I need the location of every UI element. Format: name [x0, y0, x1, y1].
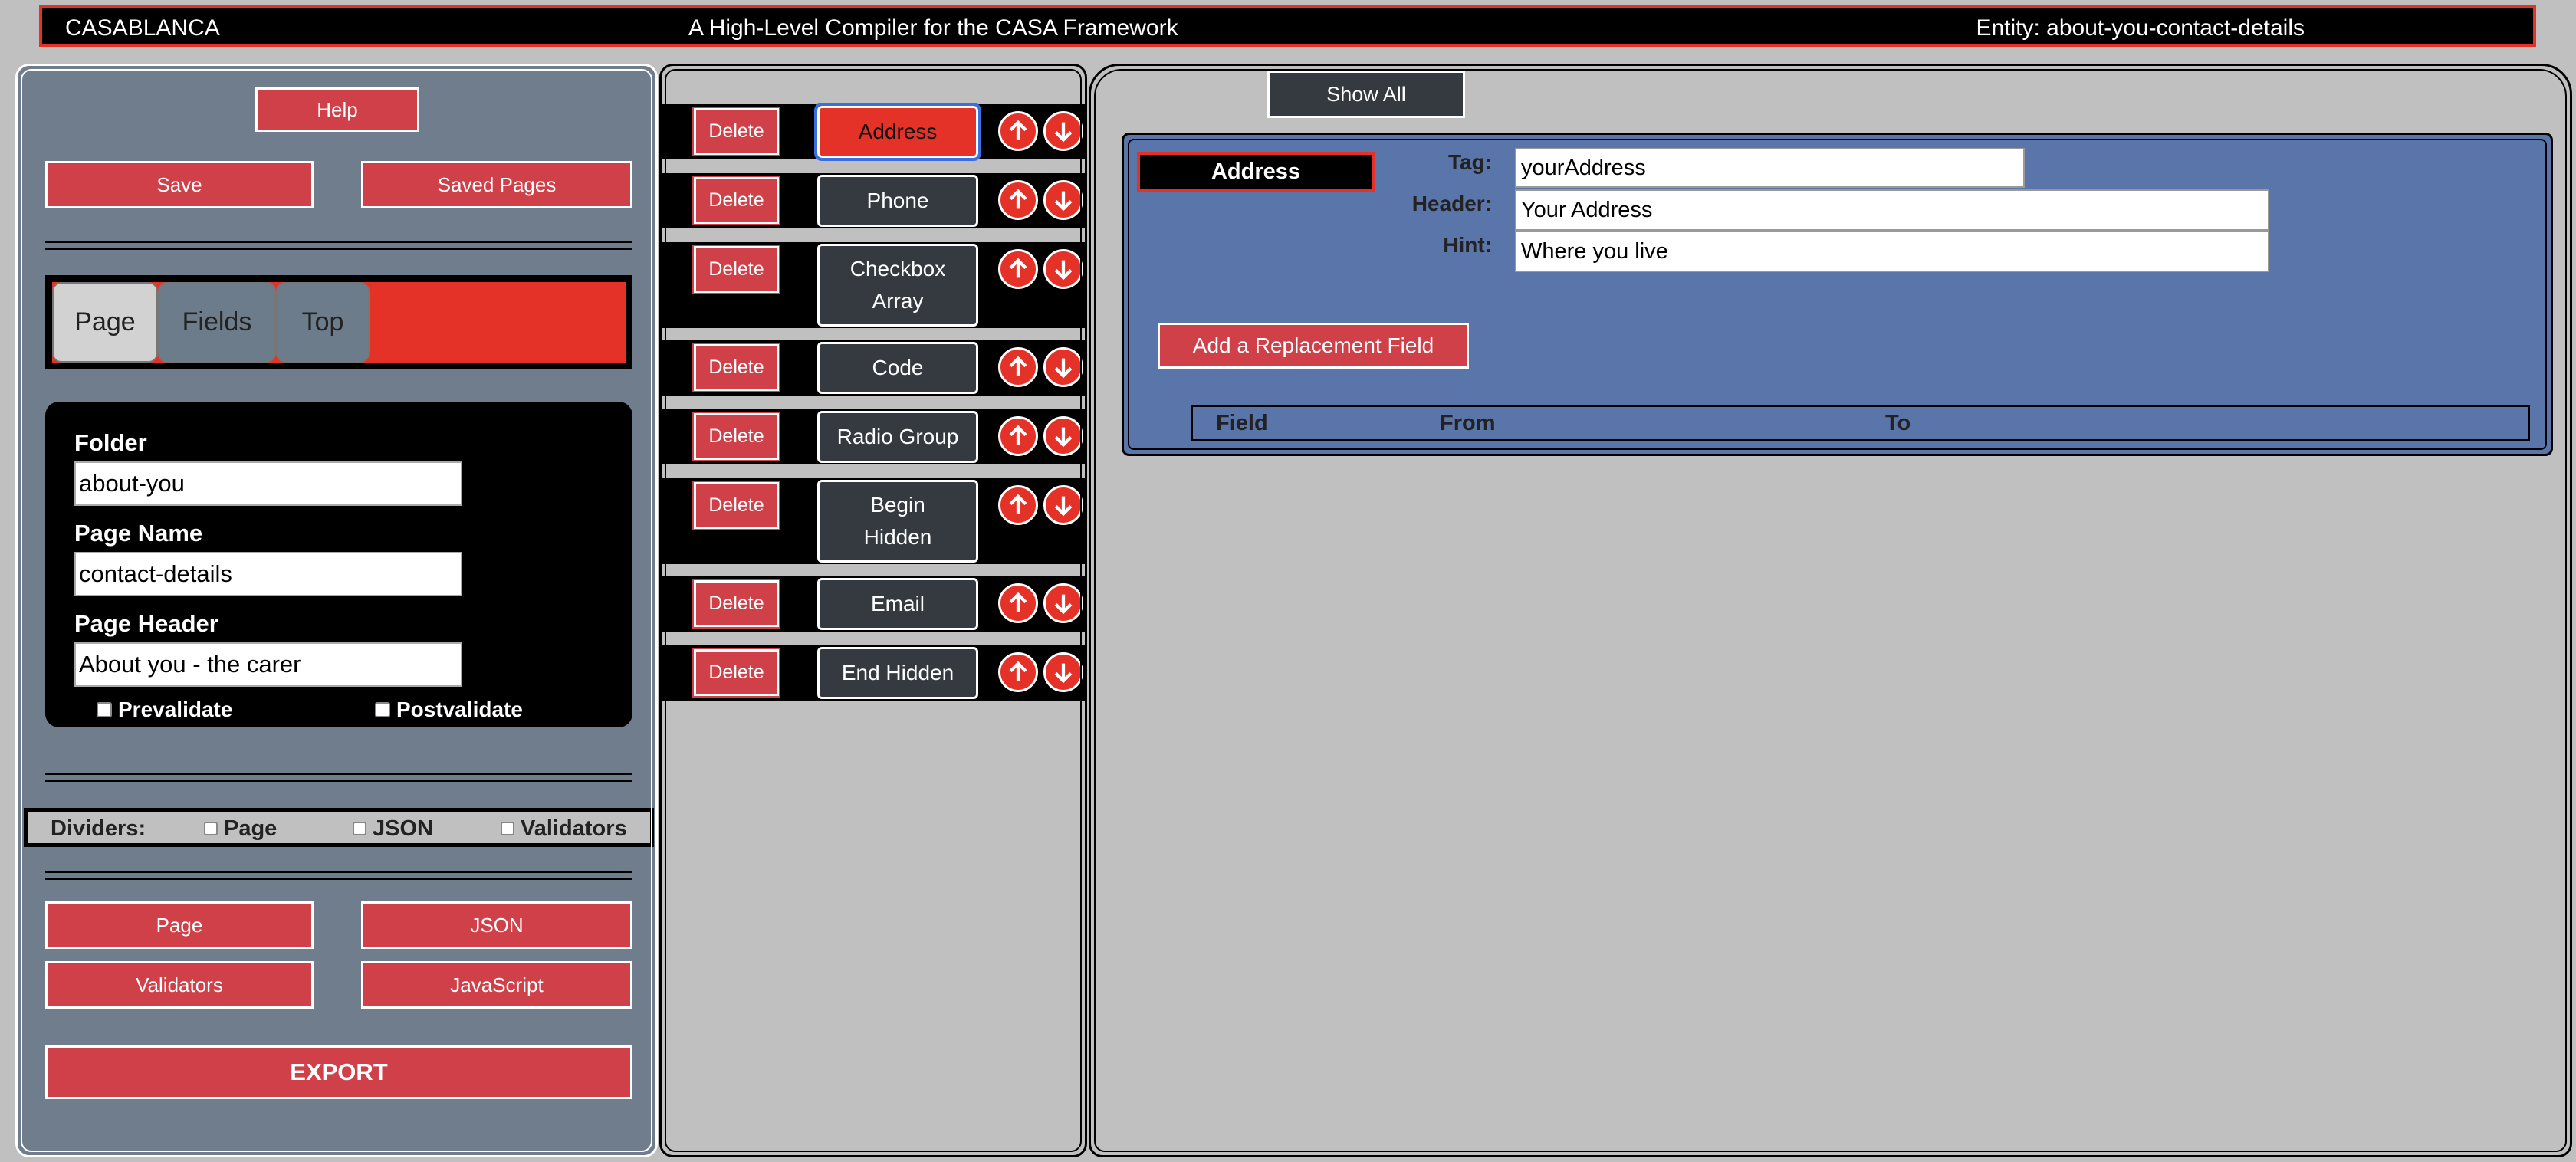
- arrow-up-icon[interactable]: [998, 180, 1038, 220]
- arrow-down-icon[interactable]: [1043, 485, 1083, 525]
- page-name-label: Page Name: [74, 520, 203, 547]
- arrow-up-icon[interactable]: [998, 416, 1038, 456]
- replacement-table: Field From To: [1191, 405, 2530, 441]
- field-item-code[interactable]: Code: [817, 342, 978, 394]
- arrow-down-icon[interactable]: [1043, 416, 1083, 456]
- table-header-from: From: [1440, 411, 1496, 435]
- arrow-down-icon[interactable]: [1043, 347, 1083, 387]
- divider-line: [45, 773, 632, 782]
- folder-label: Folder: [74, 429, 147, 456]
- table-header-to: To: [1885, 411, 1911, 435]
- list-item: Delete End Hidden: [662, 645, 1085, 701]
- hint-input[interactable]: Where you live: [1515, 231, 2269, 272]
- list-item: Delete Checkbox Array: [662, 242, 1085, 328]
- tag-label: Tag:: [1447, 150, 1492, 174]
- list-item: Delete Code: [662, 340, 1085, 396]
- delete-button[interactable]: Delete: [692, 107, 780, 156]
- field-name-badge[interactable]: Address: [1137, 152, 1375, 192]
- saved-pages-button[interactable]: Saved Pages: [361, 161, 632, 208]
- field-item-begin-hidden[interactable]: Begin Hidden: [817, 480, 978, 563]
- fields-list-panel: Delete Address Delete Phone Delete Check…: [659, 64, 1087, 1157]
- delete-button[interactable]: Delete: [692, 648, 780, 698]
- arrow-down-icon[interactable]: [1043, 180, 1083, 220]
- delete-button[interactable]: Delete: [692, 412, 780, 461]
- field-item-end-hidden[interactable]: End Hidden: [817, 647, 978, 699]
- list-item: Delete Address: [662, 103, 1085, 161]
- show-all-button[interactable]: Show All: [1267, 71, 1465, 118]
- delete-button[interactable]: Delete: [692, 343, 780, 392]
- help-button[interactable]: Help: [255, 87, 419, 132]
- dividers-label: Dividers:: [51, 816, 146, 841]
- list-item: Delete Phone: [662, 173, 1085, 228]
- divider-validators-label: Validators: [521, 816, 627, 841]
- field-item-email[interactable]: Email: [817, 578, 978, 630]
- divider-line: [45, 871, 632, 880]
- field-editor-panel: Show All Address Tag: yourAddress Header…: [1089, 64, 2572, 1157]
- page-header-label: Page Header: [74, 610, 219, 637]
- arrow-up-icon[interactable]: [998, 347, 1038, 387]
- table-header-field: Field: [1216, 411, 1268, 435]
- arrow-up-icon[interactable]: [998, 652, 1038, 692]
- delete-button[interactable]: Delete: [692, 245, 780, 294]
- left-panel: Help Save Saved Pages Page Fields Top Fo…: [15, 64, 658, 1157]
- top-bar: CASABLANCA A High-Level Compiler for the…: [39, 5, 2536, 47]
- divider-line: [45, 241, 632, 250]
- arrow-down-icon[interactable]: [1043, 652, 1083, 692]
- field-item-checkbox-array[interactable]: Checkbox Array: [817, 244, 978, 327]
- header-input[interactable]: Your Address: [1515, 189, 2269, 231]
- tag-input[interactable]: yourAddress: [1515, 148, 2025, 188]
- field-item-radio-group[interactable]: Radio Group: [817, 411, 978, 463]
- prevalidate-label: Prevalidate: [118, 698, 233, 721]
- page-header-input[interactable]: About you - the carer: [74, 642, 462, 687]
- divider-json-checkbox[interactable]: [353, 822, 366, 835]
- delete-button[interactable]: Delete: [692, 176, 780, 225]
- list-item: Delete Radio Group: [662, 409, 1085, 464]
- prevalidate-checkbox[interactable]: [97, 702, 112, 717]
- list-item: Delete Email: [662, 576, 1085, 632]
- hint-label: Hint:: [1443, 233, 1492, 257]
- validators-output-button[interactable]: Validators: [45, 961, 314, 1009]
- arrow-up-icon[interactable]: [998, 485, 1038, 525]
- save-button[interactable]: Save: [45, 161, 314, 208]
- page-name-input[interactable]: contact-details: [74, 552, 462, 596]
- arrow-up-icon[interactable]: [998, 249, 1038, 289]
- dividers-options: Dividers: Page JSON Validators: [24, 808, 654, 847]
- javascript-output-button[interactable]: JavaScript: [361, 961, 632, 1009]
- arrow-down-icon[interactable]: [1043, 111, 1083, 151]
- postvalidate-label: Postvalidate: [396, 698, 523, 721]
- json-output-button[interactable]: JSON: [361, 901, 632, 949]
- page-output-button[interactable]: Page: [45, 901, 314, 949]
- list-item: Delete Begin Hidden: [662, 478, 1085, 564]
- tab-page[interactable]: Page: [52, 282, 158, 363]
- postvalidate-checkbox[interactable]: [375, 702, 390, 717]
- panel-tabs: Page Fields Top: [45, 275, 632, 369]
- tab-top[interactable]: Top: [276, 282, 370, 363]
- divider-page-checkbox[interactable]: [204, 822, 218, 835]
- field-card: Address Tag: yourAddress Header: Your Ad…: [1122, 133, 2553, 456]
- divider-json-label: JSON: [373, 816, 433, 841]
- app-subtitle: A High-Level Compiler for the CASA Frame…: [688, 15, 1178, 41]
- add-replacement-field-button[interactable]: Add a Replacement Field: [1158, 323, 1469, 369]
- arrow-up-icon[interactable]: [998, 583, 1038, 623]
- app-name: CASABLANCA: [65, 15, 220, 41]
- arrow-down-icon[interactable]: [1043, 583, 1083, 623]
- header-label: Header:: [1411, 192, 1492, 215]
- arrow-up-icon[interactable]: [998, 111, 1038, 151]
- delete-button[interactable]: Delete: [692, 481, 780, 530]
- divider-validators-checkbox[interactable]: [501, 822, 514, 835]
- delete-button[interactable]: Delete: [692, 579, 780, 629]
- field-item-phone[interactable]: Phone: [817, 175, 978, 227]
- export-button[interactable]: EXPORT: [45, 1045, 632, 1099]
- page-settings-form: Folder about-you Page Name contact-detai…: [45, 402, 632, 727]
- tab-fields[interactable]: Fields: [158, 282, 276, 363]
- field-item-address[interactable]: Address: [814, 103, 981, 161]
- entity-label: Entity: about-you-contact-details: [1976, 15, 2305, 41]
- folder-input[interactable]: about-you: [74, 461, 462, 506]
- divider-page-label: Page: [224, 816, 278, 841]
- arrow-down-icon[interactable]: [1043, 249, 1083, 289]
